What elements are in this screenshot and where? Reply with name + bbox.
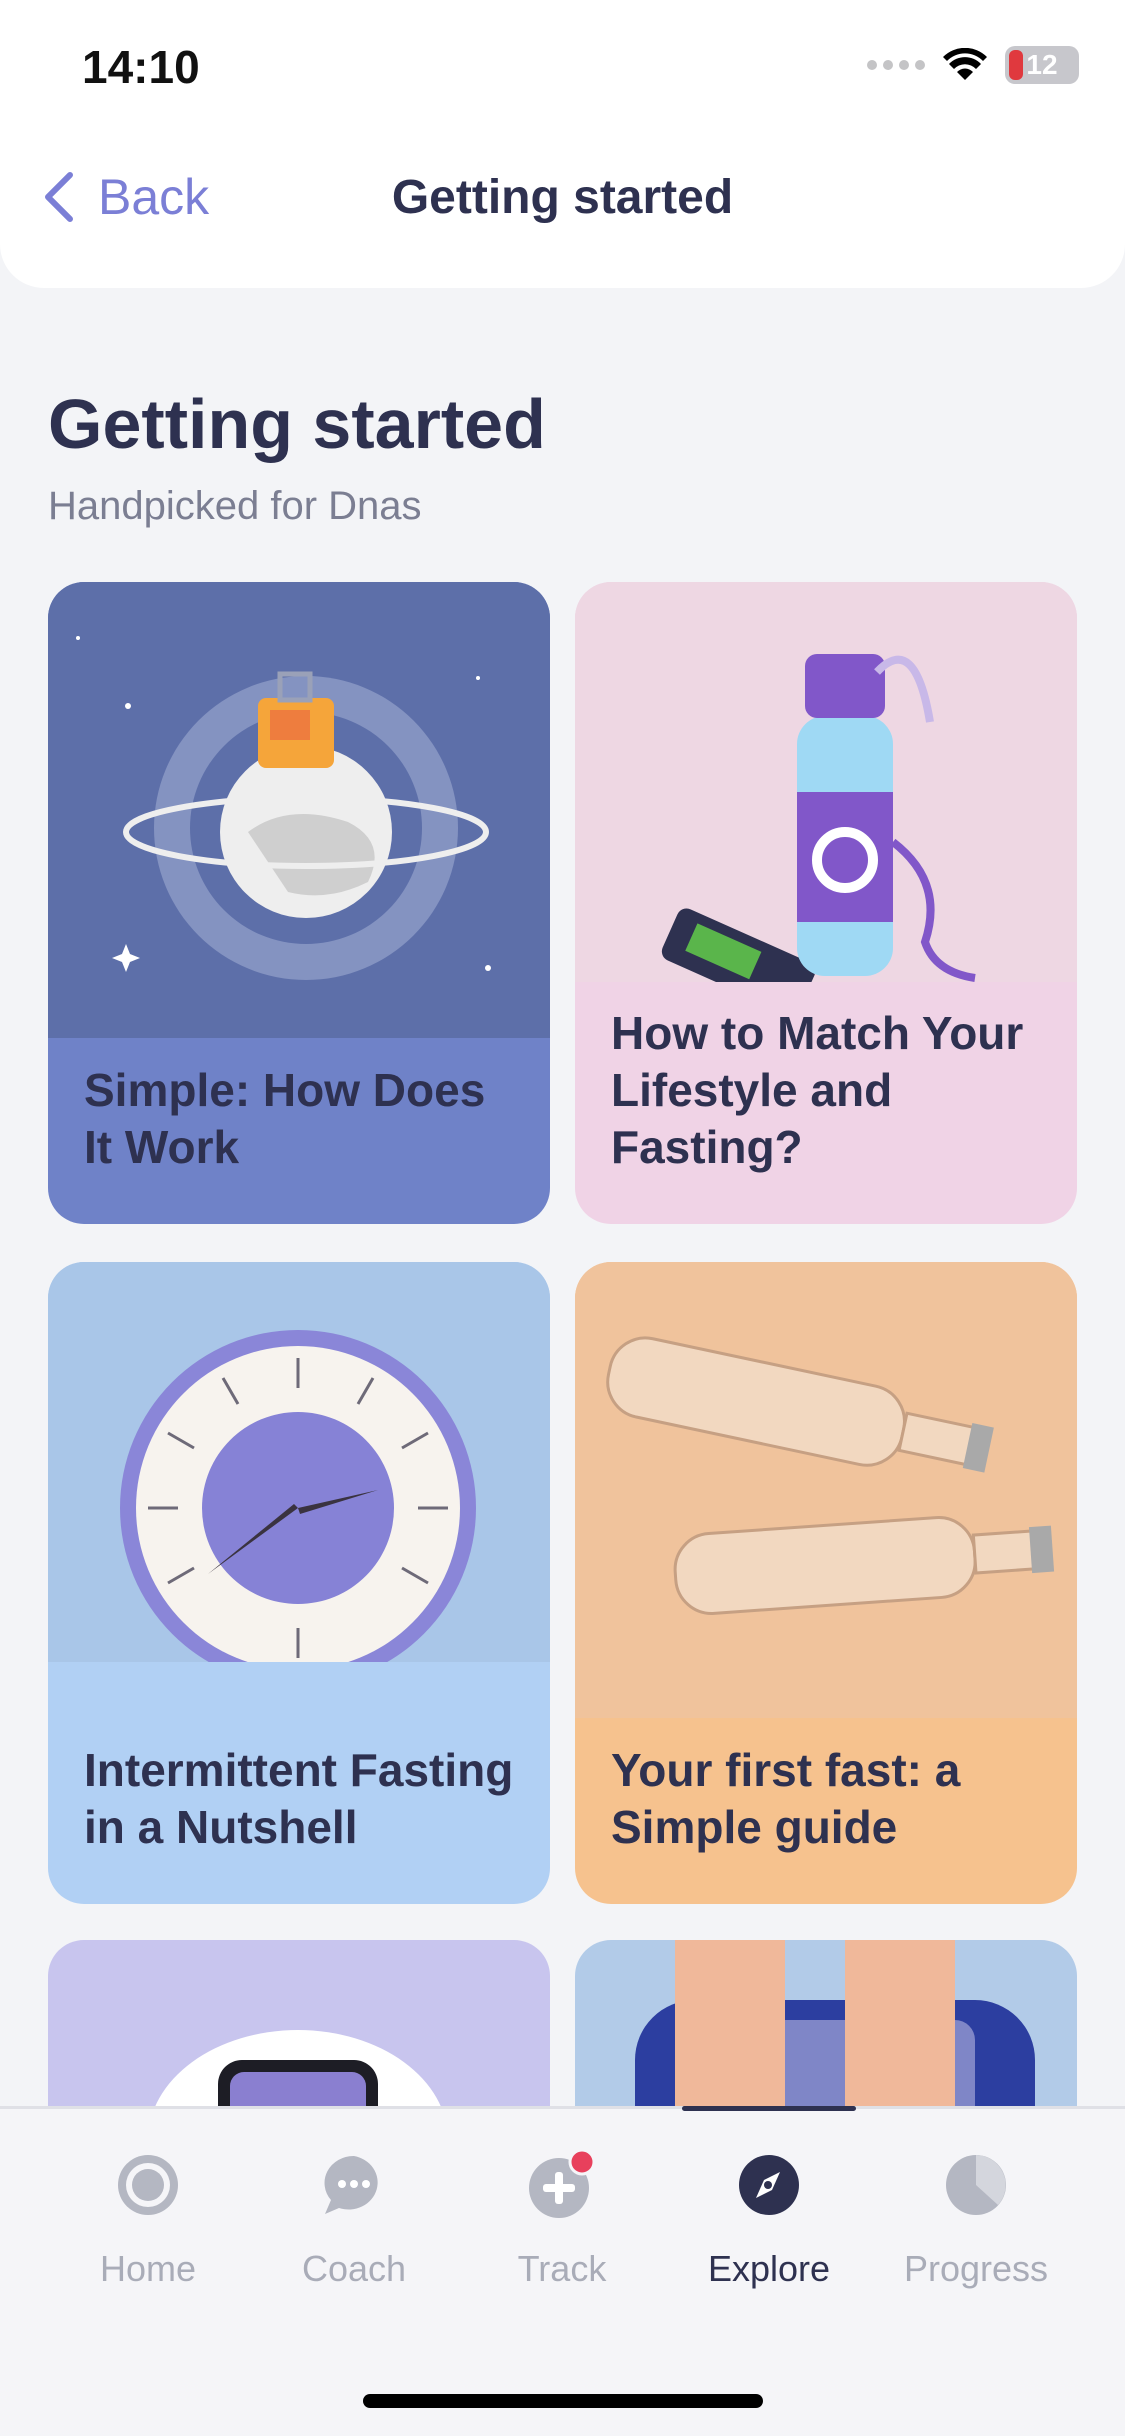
nav-title: Getting started bbox=[391, 171, 734, 224]
chat-icon bbox=[319, 2150, 389, 2220]
home-indicator[interactable] bbox=[363, 2394, 763, 2408]
nav-header: 14:10 12 Back Getting started bbox=[0, 0, 1125, 288]
tab-home[interactable]: Home bbox=[48, 2150, 248, 2290]
tab-coach[interactable]: Coach bbox=[254, 2150, 454, 2290]
status-indicators: 12 bbox=[867, 46, 1079, 84]
wifi-icon bbox=[943, 48, 987, 80]
tab-label: Explore bbox=[707, 2248, 831, 2289]
battery-icon: 12 bbox=[1005, 46, 1079, 84]
clock-illustration bbox=[48, 1262, 550, 1686]
battery-level: 12 bbox=[1026, 49, 1058, 80]
planet-luggage-illustration bbox=[48, 582, 550, 1038]
article-card-title: How to Match Your Lifestyle and Fasting? bbox=[611, 1007, 1024, 1173]
pie-icon bbox=[941, 2150, 1011, 2220]
tab-label: Home bbox=[99, 2248, 197, 2289]
water-bottle-illustration bbox=[575, 582, 1077, 1015]
tab-explore[interactable]: Explore bbox=[669, 2150, 869, 2290]
article-card-first-fast[interactable]: Your first fast: a Simple guide bbox=[575, 1262, 1077, 1904]
compass-icon bbox=[734, 2150, 804, 2220]
page-subtitle: Handpicked for Dnas bbox=[48, 484, 422, 528]
active-tab-indicator bbox=[682, 2106, 856, 2111]
tab-track[interactable]: Track bbox=[462, 2148, 662, 2290]
page-title: Getting started bbox=[48, 385, 546, 463]
article-card-match-lifestyle[interactable]: How to Match Your Lifestyle and Fasting? bbox=[575, 582, 1077, 1224]
glass-bottles-illustration bbox=[575, 1262, 1077, 1718]
status-time: 14:10 bbox=[82, 41, 200, 93]
home-icon bbox=[113, 2150, 183, 2220]
plus-icon bbox=[527, 2148, 597, 2220]
article-card-title: Intermittent Fasting in a Nutshell bbox=[84, 1744, 514, 1853]
article-card-title: Your first fast: a Simple guide bbox=[611, 1744, 961, 1853]
tab-label: Progress bbox=[903, 2248, 1049, 2289]
article-card-title: Simple: How Does It Work bbox=[84, 1064, 486, 1173]
notification-badge bbox=[568, 2148, 596, 2176]
article-card-how-it-works[interactable]: Simple: How Does It Work bbox=[48, 582, 550, 1224]
tab-progress[interactable]: Progress bbox=[876, 2150, 1076, 2290]
tab-label: Track bbox=[517, 2248, 607, 2289]
article-card-nutshell[interactable]: Intermittent Fasting in a Nutshell bbox=[48, 1262, 550, 1904]
cellular-signal-icon bbox=[867, 60, 925, 70]
tab-label: Coach bbox=[301, 2248, 407, 2289]
